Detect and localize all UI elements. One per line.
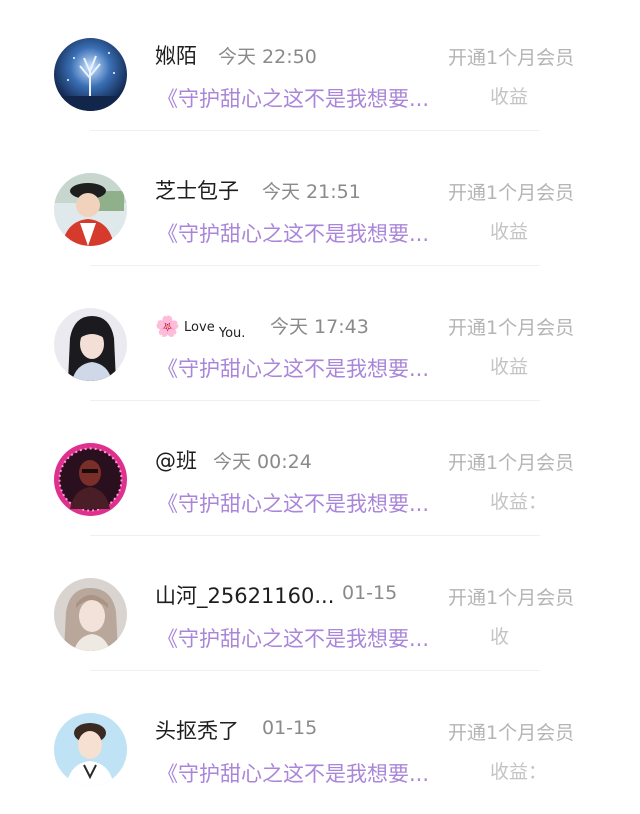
earnings-label: 收益 — [490, 86, 529, 108]
divider — [90, 535, 540, 536]
message-row[interactable]: 芝士包子 今天 21:51 《守护甜心之这不是我想要... 开通1个月会员 收益 — [0, 135, 640, 270]
message-time: 今天 17:43 — [270, 316, 369, 338]
avatar[interactable] — [54, 38, 127, 111]
message-row[interactable]: 娰陌 今天 22:50 《守护甜心之这不是我想要... 开通1个月会员 收益 — [0, 0, 640, 135]
message-preview: 《守护甜心之这不是我想要... — [157, 762, 430, 786]
vip-notice: 开通1个月会员 — [448, 587, 575, 609]
divider — [90, 400, 540, 401]
vip-notice: 开通1个月会员 — [448, 317, 575, 339]
earnings-label: 收 — [490, 626, 510, 648]
message-row[interactable]: 🌸 Love You. 今天 17:43 《守护甜心之这不是我想要... 开通1… — [0, 270, 640, 405]
avatar[interactable] — [54, 578, 127, 651]
earnings-label: 收益： — [490, 491, 548, 513]
sender-name: 🌸 Love You. — [155, 312, 245, 341]
vip-notice: 开通1个月会员 — [448, 452, 575, 474]
earnings-label: 收益： — [490, 761, 548, 783]
vip-notice: 开通1个月会员 — [448, 182, 575, 204]
vip-notice: 开通1个月会员 — [448, 47, 575, 69]
message-time: 今天 21:51 — [262, 181, 361, 203]
message-time: 01-15 — [342, 582, 398, 604]
sender-name: 山河_25621160... — [155, 584, 335, 608]
message-row[interactable]: @班 今天 00:24 《守护甜心之这不是我想要... 开通1个月会员 收益： — [0, 405, 640, 540]
sender-name: 芝士包子 — [155, 179, 239, 203]
message-time: 今天 00:24 — [213, 451, 312, 473]
message-list: 娰陌 今天 22:50 《守护甜心之这不是我想要... 开通1个月会员 收益 芝… — [0, 0, 640, 814]
avatar[interactable] — [54, 713, 127, 786]
message-time: 今天 22:50 — [218, 46, 317, 68]
sender-name: 头抠秃了 — [155, 719, 239, 743]
sender-name: 娰陌 — [155, 44, 197, 68]
message-time: 01-15 — [262, 717, 318, 739]
divider — [90, 670, 540, 671]
message-row[interactable]: 山河_25621160... 01-15 《守护甜心之这不是我想要... 开通1… — [0, 540, 640, 675]
message-preview: 《守护甜心之这不是我想要... — [157, 222, 430, 246]
message-preview: 《守护甜心之这不是我想要... — [157, 627, 430, 651]
avatar[interactable] — [54, 308, 127, 381]
vip-notice: 开通1个月会员 — [448, 722, 575, 744]
divider — [90, 130, 540, 131]
message-preview: 《守护甜心之这不是我想要... — [157, 87, 430, 111]
sender-name: @班 — [155, 449, 197, 473]
earnings-label: 收益 — [490, 221, 529, 243]
divider — [90, 265, 540, 266]
avatar[interactable] — [54, 173, 127, 246]
avatar[interactable] — [54, 443, 127, 516]
message-preview: 《守护甜心之这不是我想要... — [157, 357, 430, 381]
message-row[interactable]: 头抠秃了 01-15 《守护甜心之这不是我想要... 开通1个月会员 收益： — [0, 675, 640, 810]
name-you-text: You. — [218, 326, 246, 341]
name-love-text: Love — [184, 320, 215, 335]
cherry-blossom-icon: 🌸 — [155, 314, 180, 338]
message-preview: 《守护甜心之这不是我想要... — [157, 492, 430, 516]
earnings-label: 收益 — [490, 356, 529, 378]
